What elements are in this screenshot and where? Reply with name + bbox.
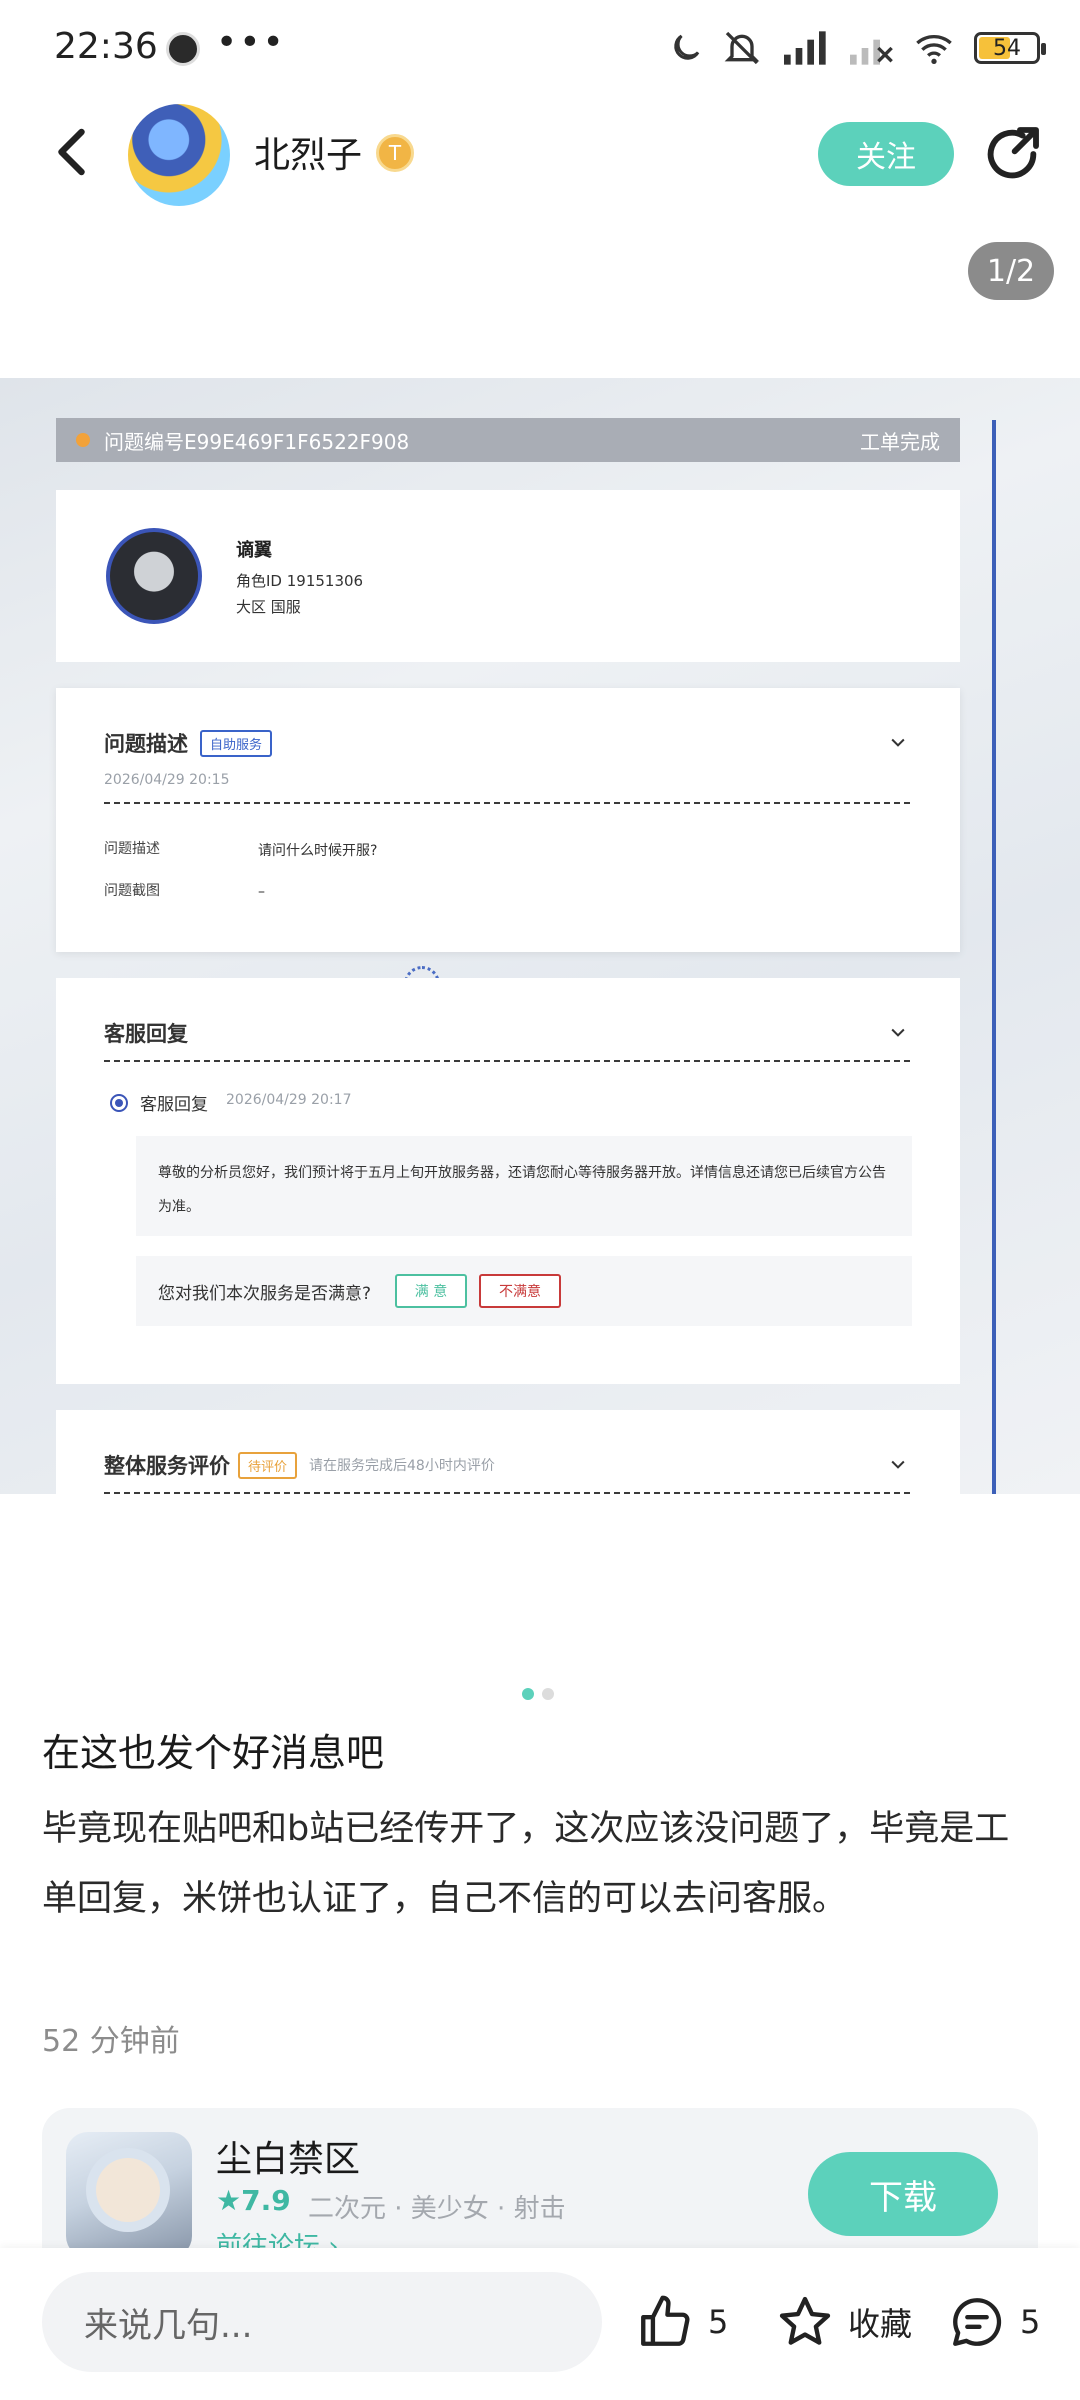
chevron-down-icon [891,738,905,747]
chevron-down-icon [891,1460,905,1469]
chevron-down-icon [891,1028,905,1037]
divider [104,1060,910,1062]
share-icon[interactable] [980,122,1044,186]
unsatisfied-button: 不满意 [479,1274,562,1308]
mute-bell-icon [724,31,760,65]
game-forum-link[interactable]: 前往论坛 › [216,2226,339,2248]
battery-icon: 54 [974,32,1046,64]
post-time: 52 分钟前 [42,2024,180,2059]
post-body: 毕竟现在贴吧和b站已经传开了，这次应该没问题了，毕竟是工单回复，米饼也认证了，自… [42,1809,1010,1919]
notification-app-icon [166,32,200,66]
overall-title-row: 整体服务评价 待评价 请在服务完成后48小时内评价 [104,1450,495,1480]
author-avatar[interactable] [128,104,230,206]
field-label-screenshot: 问题截图 [104,883,160,899]
back-icon[interactable] [44,122,104,182]
like-count: 5 [708,2303,729,2341]
divider [104,1492,910,1494]
ticket-status: 工单完成 [860,429,940,454]
download-button[interactable]: 下载 [808,2152,998,2236]
post-title: 在这也发个好消息吧 [42,1731,385,1775]
carousel-dot-active[interactable] [522,1688,534,1700]
moon-icon [674,34,700,60]
user-card: 谪翼 角色ID 19151306 大区 国服 [56,490,960,662]
overall-rating-card: 整体服务评价 待评价 请在服务完成后48小时内评价 [56,1410,960,1494]
image-counter: 1/2 [968,242,1054,300]
ticket-header: 问题编号E99E469F1F6522F908 工单完成 [56,418,960,462]
description-card: 问题描述 自助服务 2026/04/29 20:15 问题描述 请问什么时候开服… [56,688,960,952]
game-tags: 二次元 · 美少女 · 射击 [308,2194,566,2224]
satisfied-button: 满 意 [395,1274,468,1308]
field-label-desc: 问题描述 [104,841,160,857]
comment-icon [953,2298,1002,2346]
ticket-id: 问题编号E99E469F1F6522F908 [104,429,410,454]
like-button[interactable]: 5 [636,2292,728,2352]
game-cover-image[interactable] [66,2132,192,2248]
signal-off-icon [850,39,893,65]
pending-tag: 待评价 [238,1451,298,1479]
field-value-desc: 请问什么时候开服? [258,843,378,859]
post-image[interactable]: 问题编号E99E469F1F6522F908 工单完成 谪翼 角色ID 1915… [0,378,1080,1494]
favorite-button[interactable]: 收藏 [776,2292,912,2352]
game-card[interactable]: 尘白禁区 ★7.9 二次元 · 美少女 · 射击 前往论坛 › 下载 [42,2108,1038,2248]
divider [104,802,910,804]
carousel-dots [522,1688,554,1700]
reply-title-row: 客服回复 [104,1018,188,1048]
comment-button[interactable]: 5 [948,2292,1040,2352]
description-date: 2026/04/29 20:15 [104,772,230,788]
post-header: 北烈子 T 关注 [0,96,1080,212]
bottom-bar: 来说几句... 5 收藏 5 [0,2248,1080,2400]
reply-radio-icon [110,1094,128,1112]
self-service-tag: 自助服务 [200,729,273,757]
game-name[interactable]: 尘白禁区 [216,2130,360,2182]
status-time: 22:36 [54,26,158,67]
reply-label: 客服回复 [140,1095,208,1115]
description-title-row: 问题描述 自助服务 [104,728,273,758]
wifi-icon [916,35,952,64]
reply-text: 尊敬的分析员您好，我们预计将于五月上旬开放服务器，还请您耐心等待服务器开放。详情… [136,1136,912,1236]
reply-card: 客服回复 客服回复 2026/04/29 20:17 尊敬的分析员您好，我们预计… [56,978,960,1384]
ticket-status-dot-icon [76,433,90,447]
thumbs-up-icon [641,2295,690,2346]
description-title: 问题描述 [104,732,188,756]
reply-title: 客服回复 [104,1022,188,1046]
user-name: 谪翼 [236,540,272,561]
signal-hd-icon [784,31,826,65]
game-rating: ★7.9 [216,2184,291,2217]
user-avatar [106,528,202,624]
overall-hint: 请在服务完成后48小时内评价 [309,1458,495,1474]
author-name[interactable]: 北烈子 [254,126,362,178]
field-value-screenshot: – [258,884,265,900]
user-role-id: 角色ID 19151306 [236,572,364,590]
reply-date: 2026/04/29 20:17 [226,1092,352,1108]
star-icon [779,2296,831,2345]
status-bar: 22:36 ••• 54 [0,0,1080,96]
scroll-line [992,420,996,1494]
satisfaction-question: 您对我们本次服务是否满意? [158,1283,372,1304]
comment-count: 5 [1020,2303,1041,2341]
favorite-label: 收藏 [848,2305,913,2343]
user-region: 大区 国服 [236,598,301,616]
follow-button[interactable]: 关注 [818,122,954,186]
status-icons: 54 [668,26,1046,70]
status-more-icon: ••• [216,22,286,63]
overall-title: 整体服务评价 [104,1454,230,1478]
carousel-dot[interactable] [542,1688,554,1700]
author-badge-icon: T [376,134,414,172]
comment-input[interactable]: 来说几句... [42,2272,602,2372]
satisfaction-row: 您对我们本次服务是否满意? 满 意 不满意 [136,1256,912,1326]
